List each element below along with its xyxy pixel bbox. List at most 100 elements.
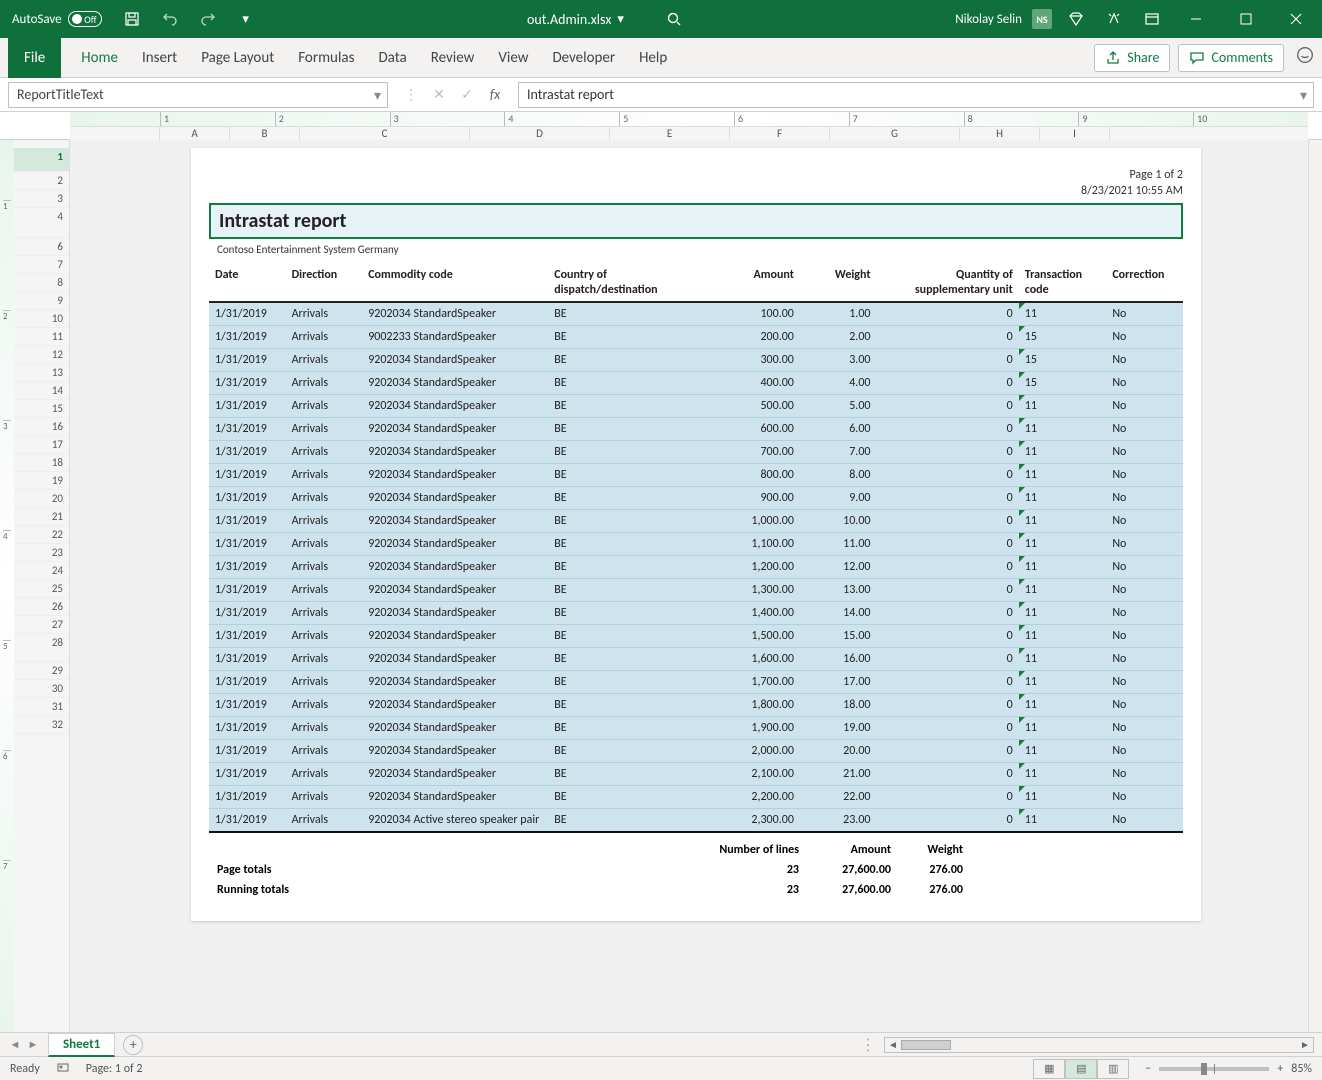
row-header-30[interactable]: 30 — [14, 680, 69, 698]
col-header-I[interactable]: I — [1040, 127, 1110, 140]
row-header-10[interactable]: 10 — [14, 310, 69, 328]
table-row[interactable]: 1/31/2019Arrivals9202034 StandardSpeaker… — [209, 509, 1183, 532]
col-amount[interactable]: Amount — [701, 264, 799, 302]
column-headers[interactable]: ABCDEFGHI — [70, 126, 1308, 140]
sheet-nav[interactable]: ◄► — [8, 1038, 40, 1051]
tab-review[interactable]: Review — [419, 38, 487, 78]
table-row[interactable]: 1/31/2019Arrivals9202034 StandardSpeaker… — [209, 417, 1183, 440]
ribbon-display-icon[interactable] — [1138, 4, 1166, 34]
split-handle-icon[interactable]: ⋮ — [860, 1035, 876, 1055]
row-header-12[interactable]: 12 — [14, 346, 69, 364]
table-row[interactable]: 1/31/2019Arrivals9202034 StandardSpeaker… — [209, 739, 1183, 762]
table-row[interactable]: 1/31/2019Arrivals9202034 StandardSpeaker… — [209, 716, 1183, 739]
col-commodity[interactable]: Commodity code — [362, 264, 548, 302]
row-header-16[interactable]: 16 — [14, 418, 69, 436]
row-header-14[interactable]: 14 — [14, 382, 69, 400]
title-dropdown-icon[interactable]: ▾ — [617, 12, 624, 27]
view-page-break-icon[interactable]: ▥ — [1097, 1059, 1129, 1079]
row-header-11[interactable]: 11 — [14, 328, 69, 346]
zoom-out-button[interactable]: − — [1145, 1062, 1151, 1076]
premium-diamond-icon[interactable] — [1062, 4, 1090, 34]
tab-formulas[interactable]: Formulas — [286, 38, 366, 78]
row-header-3[interactable]: 3 — [14, 190, 69, 208]
search-icon[interactable] — [660, 4, 688, 34]
table-row[interactable]: 1/31/2019Arrivals9202034 StandardSpeaker… — [209, 555, 1183, 578]
tab-home[interactable]: Home — [69, 38, 130, 78]
table-row[interactable]: 1/31/2019Arrivals9202034 StandardSpeaker… — [209, 785, 1183, 808]
row-headers[interactable]: 1234678910111213141516171819202122232425… — [14, 140, 70, 1032]
vertical-scrollbar[interactable] — [1308, 140, 1322, 1032]
zoom-in-button[interactable]: + — [1277, 1062, 1283, 1076]
feedback-smile-icon[interactable] — [1296, 46, 1314, 69]
autosave-toggle[interactable]: AutoSave Off — [6, 11, 108, 27]
zoom-level[interactable]: 85% — [1291, 1062, 1312, 1076]
minimize-icon[interactable] — [1176, 4, 1216, 34]
col-header-C[interactable]: C — [300, 127, 470, 140]
table-row[interactable]: 1/31/2019Arrivals9202034 StandardSpeaker… — [209, 647, 1183, 670]
row-header-13[interactable]: 13 — [14, 364, 69, 382]
row-header-20[interactable]: 20 — [14, 490, 69, 508]
row-header-17[interactable]: 17 — [14, 436, 69, 454]
row-header-29[interactable]: 29 — [14, 662, 69, 680]
row-header-7[interactable]: 7 — [14, 256, 69, 274]
tab-data[interactable]: Data — [366, 38, 418, 78]
sheet-tab-sheet1[interactable]: Sheet1 — [48, 1033, 115, 1057]
close-icon[interactable] — [1276, 4, 1316, 34]
col-correction[interactable]: Correction — [1106, 264, 1183, 302]
col-direction[interactable]: Direction — [286, 264, 363, 302]
table-row[interactable]: 1/31/2019Arrivals9202034 StandardSpeaker… — [209, 302, 1183, 326]
user-name[interactable]: Nikolay Selin — [955, 12, 1022, 27]
table-row[interactable]: 1/31/2019Arrivals9202034 StandardSpeaker… — [209, 762, 1183, 785]
col-header-E[interactable]: E — [610, 127, 730, 140]
row-header-24[interactable]: 24 — [14, 562, 69, 580]
row-header-2[interactable]: 2 — [14, 172, 69, 190]
redo-icon[interactable] — [194, 4, 222, 34]
tab-insert[interactable]: Insert — [130, 38, 189, 78]
col-country[interactable]: Country of dispatch/destination — [548, 264, 701, 302]
view-page-layout-icon[interactable]: ▤ — [1065, 1059, 1097, 1079]
table-row[interactable]: 1/31/2019Arrivals9202034 StandardSpeaker… — [209, 348, 1183, 371]
row-header-25[interactable]: 25 — [14, 580, 69, 598]
col-header-D[interactable]: D — [470, 127, 610, 140]
cancel-formula-icon[interactable]: ✕ — [426, 86, 452, 103]
comments-button[interactable]: Comments — [1178, 44, 1284, 72]
row-header-21[interactable]: 21 — [14, 508, 69, 526]
row-header-19[interactable]: 19 — [14, 472, 69, 490]
row-header-28[interactable]: 28 — [14, 634, 69, 662]
table-row[interactable]: 1/31/2019Arrivals9202034 StandardSpeaker… — [209, 693, 1183, 716]
document-title[interactable]: out.Admin.xlsx — [527, 11, 611, 28]
user-avatar-icon[interactable]: NS — [1032, 9, 1052, 29]
row-header-6[interactable]: 6 — [14, 238, 69, 256]
table-row[interactable]: 1/31/2019Arrivals9202034 StandardSpeaker… — [209, 394, 1183, 417]
maximize-icon[interactable] — [1226, 4, 1266, 34]
fx-icon[interactable]: fx — [482, 86, 508, 103]
table-row[interactable]: 1/31/2019Arrivals9202034 StandardSpeaker… — [209, 670, 1183, 693]
row-header-32[interactable]: 32 — [14, 716, 69, 734]
tab-view[interactable]: View — [486, 38, 540, 78]
col-weight[interactable]: Weight — [800, 264, 877, 302]
table-row[interactable]: 1/31/2019Arrivals9202034 StandardSpeaker… — [209, 601, 1183, 624]
table-row[interactable]: 1/31/2019Arrivals9202034 StandardSpeaker… — [209, 578, 1183, 601]
col-header-H[interactable]: H — [960, 127, 1040, 140]
row-header-26[interactable]: 26 — [14, 598, 69, 616]
horizontal-scrollbar[interactable]: ◄► — [884, 1037, 1314, 1053]
row-header-9[interactable]: 9 — [14, 292, 69, 310]
tab-file[interactable]: File — [8, 38, 61, 78]
row-header-27[interactable]: 27 — [14, 616, 69, 634]
expand-formula-icon[interactable]: ▾ — [1300, 87, 1307, 104]
col-header-F[interactable]: F — [730, 127, 830, 140]
col-header-G[interactable]: G — [830, 127, 960, 140]
row-header-1[interactable]: 1 — [14, 148, 69, 172]
chevron-down-icon[interactable]: ▾ — [374, 87, 381, 104]
tab-developer[interactable]: Developer — [540, 38, 627, 78]
macro-record-icon[interactable] — [56, 1060, 70, 1078]
table-row[interactable]: 1/31/2019Arrivals9202034 StandardSpeaker… — [209, 463, 1183, 486]
table-row[interactable]: 1/31/2019Arrivals9002233 StandardSpeaker… — [209, 325, 1183, 348]
row-header-22[interactable]: 22 — [14, 526, 69, 544]
enter-formula-icon[interactable]: ✓ — [454, 86, 480, 103]
tab-page-layout[interactable]: Page Layout — [189, 38, 286, 78]
table-row[interactable]: 1/31/2019Arrivals9202034 StandardSpeaker… — [209, 624, 1183, 647]
table-row[interactable]: 1/31/2019Arrivals9202034 StandardSpeaker… — [209, 532, 1183, 555]
undo-icon[interactable] — [156, 4, 184, 34]
col-quantity[interactable]: Quantity of supplementary unit — [877, 264, 1019, 302]
